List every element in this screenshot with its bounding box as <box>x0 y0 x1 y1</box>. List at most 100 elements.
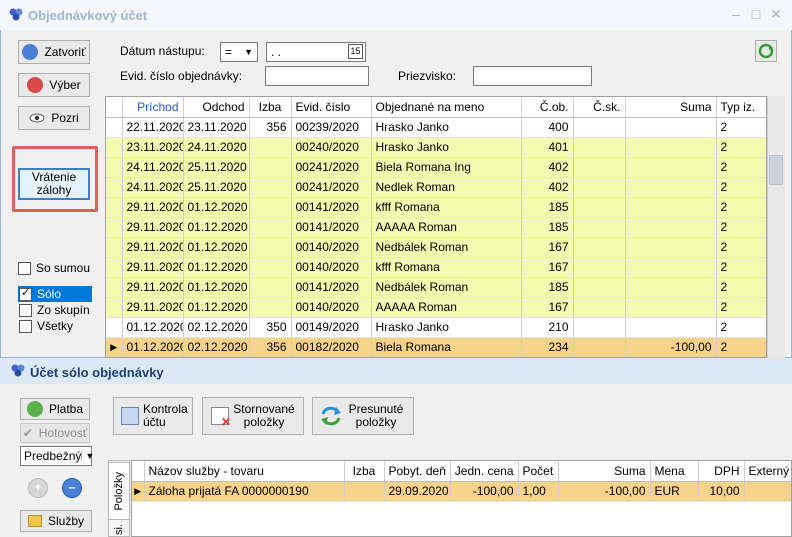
table-row[interactable]: ▶ 01.12.2020 02.12.2020 356 00182/2020 Biela … <box>106 337 766 357</box>
cell-order-no: 167 <box>521 297 574 318</box>
solo-window-title: Účet sólo objednávky <box>30 365 164 380</box>
cash-button[interactable]: ✔ Hotovosť <box>20 423 90 443</box>
minimize-button[interactable]: – <box>728 6 744 22</box>
col-ordered-by[interactable]: Objednané na meno <box>371 97 522 118</box>
refresh-button[interactable] <box>755 40 777 62</box>
cell-departure: 01.12.2020 <box>183 297 250 318</box>
items-table: Názov služby - tovaru Izba Pobyt. deň Je… <box>132 461 791 502</box>
col-departure[interactable]: Odchod <box>183 97 250 118</box>
with-sum-box[interactable] <box>18 261 31 275</box>
return-deposit-button[interactable]: Vrátenie zálohy <box>18 168 90 200</box>
option-groups-check[interactable] <box>19 303 32 317</box>
account-check-button[interactable]: Kontrola účtu <box>113 397 193 435</box>
cell-order-number: 00140/2020 <box>291 237 372 258</box>
cell-sum <box>625 197 717 218</box>
col-external[interactable]: Externý <box>744 461 791 482</box>
cell-arrival: 22.11.2020 <box>122 117 184 138</box>
col-sum[interactable]: Suma <box>625 97 717 118</box>
cell-departure: 25.11.2020 <box>183 177 250 198</box>
col-stay-day[interactable]: Pobyt. deň <box>384 461 451 482</box>
col-order-number[interactable]: Evid. číslo <box>291 97 372 118</box>
cell-order-no: 234 <box>521 337 574 357</box>
option-all-check[interactable] <box>19 319 32 333</box>
cell-count: 1,00 <box>518 481 559 502</box>
option-all[interactable]: Všetky <box>18 318 92 334</box>
select-button[interactable]: Výber <box>18 73 90 97</box>
col-vat[interactable]: DPH <box>698 461 745 482</box>
calendar-icon[interactable]: 15 <box>348 44 363 59</box>
table-row[interactable]: 29.11.2020 01.12.2020 00140/2020 AAAAA Roma… <box>106 297 766 318</box>
with-sum-checkbox[interactable]: So sumou <box>18 261 90 275</box>
refresh-icon <box>758 43 774 59</box>
operator-select[interactable]: = ▼ <box>220 42 258 62</box>
table-row[interactable]: 29.11.2020 01.12.2020 00140/2020 Nedbálek R… <box>106 237 766 258</box>
orders-scrollbar[interactable] <box>767 96 785 358</box>
col-order-no[interactable]: Č.ob. <box>521 97 574 118</box>
table-row[interactable]: 01.12.2020 02.12.2020 350 00149/2020 Hrasko … <box>106 317 766 338</box>
cell-departure: 01.12.2020 <box>183 217 250 238</box>
moved-items-button[interactable]: Presunuté položky <box>312 397 414 435</box>
table-row[interactable]: 29.11.2020 01.12.2020 00141/2020 Nedbálek R… <box>106 277 766 298</box>
services-icon <box>27 515 42 527</box>
cell-ordered-by: Hrasko Janko <box>371 137 522 158</box>
col-arrival[interactable]: Príchod <box>122 97 184 118</box>
cell-room-type: 2 <box>716 317 766 338</box>
table-row[interactable]: 23.11.2020 24.11.2020 00240/2020 Hrasko Jan… <box>106 137 766 158</box>
orders-scroll-thumb[interactable] <box>769 155 783 185</box>
orders-grid: Príchod Odchod Izba Evid. číslo Objednan… <box>105 96 767 358</box>
orders-table: Príchod Odchod Izba Evid. číslo Objednan… <box>106 97 766 357</box>
mode-select[interactable]: Predbežný ▼ <box>20 446 94 466</box>
table-row[interactable]: 24.11.2020 25.11.2020 00241/2020 Biela Roma… <box>106 157 766 178</box>
cell-order-no: 402 <box>521 177 574 198</box>
tab-other[interactable]: si. <box>108 521 130 537</box>
cell-group-no <box>573 257 626 278</box>
close-window-button[interactable]: ✕ <box>768 6 784 22</box>
table-row[interactable]: 24.11.2020 25.11.2020 00241/2020 Nedlek Rom… <box>106 177 766 198</box>
col-item-room[interactable]: Izba <box>344 461 385 482</box>
option-solo-label: Sólo <box>37 287 62 301</box>
close-button[interactable]: Zatvoriť <box>18 40 90 64</box>
remove-icon[interactable]: – <box>62 478 82 498</box>
option-solo[interactable]: ✓ Sólo <box>18 286 92 302</box>
maximize-button[interactable]: □ <box>748 6 764 22</box>
col-room-type[interactable]: Typ iz. <box>716 97 766 118</box>
col-currency[interactable]: Mena <box>650 461 699 482</box>
cell-ordered-by: Hrasko Janko <box>371 117 522 138</box>
list-item[interactable]: ▶ Záloha prijatá FA 0000000190 29.09.2020-… <box>132 481 791 502</box>
table-row[interactable]: 29.11.2020 01.12.2020 00140/2020 kfff Roman… <box>106 257 766 278</box>
col-count[interactable]: Počet <box>518 461 559 482</box>
payment-button[interactable]: Platba <box>20 398 90 420</box>
order-number-input[interactable] <box>265 66 369 86</box>
row-indicator <box>106 177 123 198</box>
row-indicator <box>106 197 123 218</box>
cell-ordered-by: Biela Romana Ing <box>371 157 522 178</box>
table-row[interactable]: 29.11.2020 01.12.2020 00141/2020 kfff Roman… <box>106 197 766 218</box>
col-item-sum[interactable]: Suma <box>558 461 651 482</box>
cell-departure: 25.11.2020 <box>183 157 250 178</box>
services-button[interactable]: Služby <box>20 510 92 532</box>
surname-input[interactable] <box>473 66 592 86</box>
cell-sum <box>625 137 717 158</box>
cell-group-no <box>573 337 626 357</box>
cell-group-no <box>573 217 626 238</box>
cell-unit-price: -100,00 <box>450 481 519 502</box>
table-row[interactable]: 29.11.2020 01.12.2020 00141/2020 AAAAA Roma… <box>106 217 766 238</box>
cell-stay-day: 29.09.2020 <box>384 481 451 502</box>
cell-room <box>249 157 292 178</box>
cell-external <box>744 481 791 502</box>
col-service-name[interactable]: Názov služby - tovaru <box>144 461 345 482</box>
option-groups[interactable]: Zo skupín <box>18 302 92 318</box>
option-solo-check[interactable]: ✓ <box>19 287 32 301</box>
col-unit-price[interactable]: Jedn. cena <box>450 461 519 482</box>
cancelled-items-button[interactable]: ✕ Stornované položky <box>202 397 304 435</box>
look-button[interactable]: Pozri <box>18 106 90 130</box>
cancelled-items-label: Stornované položky <box>233 402 295 429</box>
add-disabled-icon[interactable]: + <box>28 478 48 498</box>
col-group-no[interactable]: Č.sk. <box>573 97 626 118</box>
tab-items[interactable]: Položky <box>108 462 130 520</box>
mode-dropdown-icon: ▼ <box>81 451 94 461</box>
cell-ordered-by: Nedbálek Roman <box>371 237 522 258</box>
table-row[interactable]: 22.11.2020 23.11.2020 356 00239/2020 Hrasko … <box>106 117 766 138</box>
cell-order-number: 00141/2020 <box>291 197 372 218</box>
col-room[interactable]: Izba <box>249 97 292 118</box>
